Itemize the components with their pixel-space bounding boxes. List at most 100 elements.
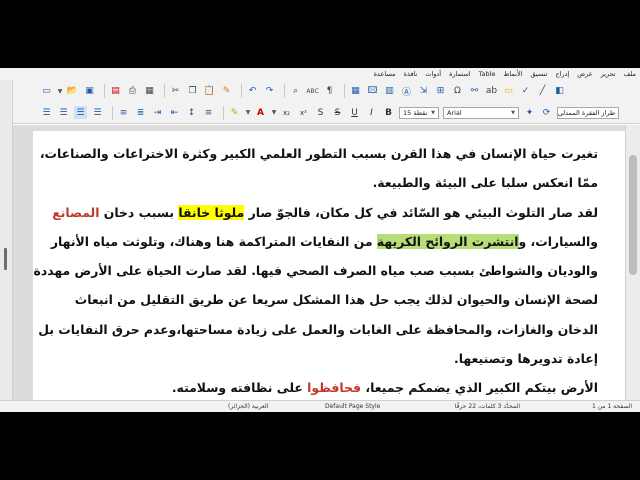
red-word-preserve: فحافظوا: [307, 380, 362, 396]
toolbar-separator: [284, 84, 285, 98]
highlight-green-selection: انتشرت الروائح الكريهة: [376, 233, 519, 249]
status-language[interactable]: العربية (الجزائر): [228, 403, 268, 410]
document-page[interactable]: تغيرت حياة الإنسان في هذا القرن بسبب الت…: [33, 131, 625, 400]
scrollbar-thumb[interactable]: [629, 155, 637, 275]
undo-icon[interactable]: ↶: [246, 85, 259, 98]
font-size-combo[interactable]: نقطة 15 ▼: [399, 106, 439, 119]
cut-icon[interactable]: ✂: [169, 85, 182, 98]
menu-form[interactable]: استمارة: [449, 70, 471, 78]
paragraph-style-combo[interactable]: طراز الفقرة الممدلي: [557, 106, 619, 119]
p2-text-d: من النفايات المتراكمة هنا وهناك، وتلوثت …: [33, 233, 598, 367]
insert-table-icon[interactable]: ▦: [349, 85, 362, 98]
status-bar: الصفحة 1 من 1 المحدَّد 3 كلمات، 22 حرفًا…: [0, 400, 640, 412]
line-spacing-icon[interactable]: ↕: [185, 106, 198, 119]
shapes-icon[interactable]: ◧: [553, 85, 566, 98]
hyperlink-icon[interactable]: ⚯: [468, 85, 481, 98]
document-text[interactable]: تغيرت حياة الإنسان في هذا القرن بسبب الت…: [33, 139, 598, 400]
p3-text-a: الأرض بيتكم الكبير الذي يضمكم جميعا،: [361, 380, 598, 396]
sidebar-handle[interactable]: [4, 248, 7, 270]
chevron-down-icon: ▼: [431, 109, 435, 116]
menu-help[interactable]: مساعدة: [374, 70, 396, 78]
chevron-down-icon[interactable]: ▼: [271, 106, 277, 119]
new-style-icon[interactable]: ✦: [523, 106, 536, 119]
paragraph-1-text: تغيرت حياة الإنسان في هذا القرن بسبب الت…: [39, 146, 598, 191]
p3-text-b: على نظافته وسلامته.: [171, 380, 308, 396]
menu-table[interactable]: Table: [479, 70, 496, 78]
increase-indent-icon[interactable]: ⇥: [151, 106, 164, 119]
print-icon[interactable]: ⎙: [126, 85, 139, 98]
highlight-yellow-text: ملوثا خانقا: [178, 204, 245, 220]
spelling-icon[interactable]: ABC: [306, 85, 319, 98]
italic-icon[interactable]: I: [365, 106, 378, 119]
toolbar-separator: [344, 84, 345, 98]
align-right-icon[interactable]: ☰: [74, 106, 87, 119]
superscript-icon[interactable]: x²: [297, 106, 310, 119]
comment-icon[interactable]: ▭: [502, 85, 515, 98]
print-preview-icon[interactable]: ▦: [143, 85, 156, 98]
subscript-icon[interactable]: x₂: [280, 106, 293, 119]
font-color-icon[interactable]: A: [254, 106, 267, 119]
font-name-value: Arial: [447, 108, 462, 117]
writer-window: ملف تحرير عرض إدراج تنسيق الأنماط Table …: [0, 68, 640, 412]
status-page-style[interactable]: Default Page Style: [325, 403, 380, 410]
chevron-down-icon[interactable]: ▼: [57, 85, 63, 98]
menu-edit[interactable]: تحرير: [601, 70, 616, 78]
find-replace-icon[interactable]: ⌕: [289, 85, 302, 98]
new-document-icon[interactable]: ▭: [40, 85, 53, 98]
line-icon[interactable]: ╱: [536, 85, 549, 98]
menu-view[interactable]: عرض: [577, 70, 592, 78]
insert-image-icon[interactable]: 🖾: [366, 85, 379, 98]
highlight-color-icon[interactable]: ✎: [228, 106, 241, 119]
clone-formatting-icon[interactable]: ✎: [220, 85, 233, 98]
export-pdf-icon[interactable]: ▤: [109, 85, 122, 98]
toolbar-separator: [241, 84, 242, 98]
menu-tools[interactable]: أدوات: [425, 70, 441, 78]
left-sidebar-strip: [0, 80, 13, 400]
underline-icon[interactable]: U: [348, 106, 361, 119]
open-icon[interactable]: 📂: [66, 85, 79, 98]
vertical-scrollbar[interactable]: [625, 125, 640, 400]
p2-text-b: بسبب دخان: [99, 204, 179, 220]
toolbar-separator: [112, 105, 113, 120]
font-name-combo[interactable]: Arial ▼: [443, 106, 519, 119]
update-style-icon[interactable]: ⟳: [540, 106, 553, 119]
list-bullets-icon[interactable]: ≡: [117, 106, 130, 119]
list-numbers-icon[interactable]: ≣: [134, 106, 147, 119]
page-break-icon[interactable]: ⇲: [417, 85, 430, 98]
status-word-count[interactable]: المحدَّد 3 كلمات، 22 حرفًا: [455, 403, 520, 410]
strikethrough-icon[interactable]: S: [331, 106, 344, 119]
justify-icon[interactable]: ☰: [91, 106, 104, 119]
paragraph-style-value: طراز الفقرة الممدلي: [557, 108, 615, 117]
menu-insert[interactable]: إدراج: [555, 70, 569, 78]
paragraph-spacing-icon[interactable]: ≡: [202, 106, 215, 119]
menu-window[interactable]: نافذة: [404, 70, 418, 78]
align-left-icon[interactable]: ☰: [40, 106, 53, 119]
insert-chart-icon[interactable]: ▥: [383, 85, 396, 98]
menu-bar: ملف تحرير عرض إدراج تنسيق الأنماط Table …: [0, 68, 640, 80]
paragraph-1: تغيرت حياة الإنسان في هذا القرن بسبب الت…: [33, 139, 598, 198]
save-icon[interactable]: ▣: [83, 85, 96, 98]
menu-format[interactable]: تنسيق: [531, 70, 548, 78]
special-character-icon[interactable]: Ω: [451, 85, 464, 98]
formatting-marks-icon[interactable]: ¶: [323, 85, 336, 98]
menu-styles[interactable]: الأنماط: [503, 70, 522, 78]
insert-field-icon[interactable]: ⊞: [434, 85, 447, 98]
standard-toolbar: ▭ ▼ 📂 ▣ ▤ ⎙ ▦ ✂ ❐ 📋 ✎ ↶ ↷ ⌕ ABC ¶ ▦ 🖾 ▥ …: [0, 80, 640, 102]
paste-icon[interactable]: 📋: [203, 85, 216, 98]
decrease-indent-icon[interactable]: ⇤: [168, 106, 181, 119]
shadow-icon[interactable]: S: [314, 106, 327, 119]
status-page-count[interactable]: الصفحة 1 من 1: [592, 403, 632, 410]
red-word-factories: المصانع: [52, 204, 100, 220]
copy-icon[interactable]: ❐: [186, 85, 199, 98]
menu-file[interactable]: ملف: [624, 70, 636, 78]
footnote-icon[interactable]: ab: [485, 85, 498, 98]
toolbar-separator: [164, 84, 165, 98]
chevron-down-icon[interactable]: ▼: [245, 106, 251, 119]
p2-text-a: لقد صار التلوث البيئي هو السّائد في كل م…: [244, 204, 598, 220]
track-changes-icon[interactable]: ✓: [519, 85, 532, 98]
redo-icon[interactable]: ↷: [263, 85, 276, 98]
insert-textbox-icon[interactable]: Ⓐ: [400, 85, 413, 98]
bold-icon[interactable]: B: [382, 106, 395, 119]
font-size-value: نقطة 15: [403, 108, 428, 117]
align-center-icon[interactable]: ☰: [57, 106, 70, 119]
